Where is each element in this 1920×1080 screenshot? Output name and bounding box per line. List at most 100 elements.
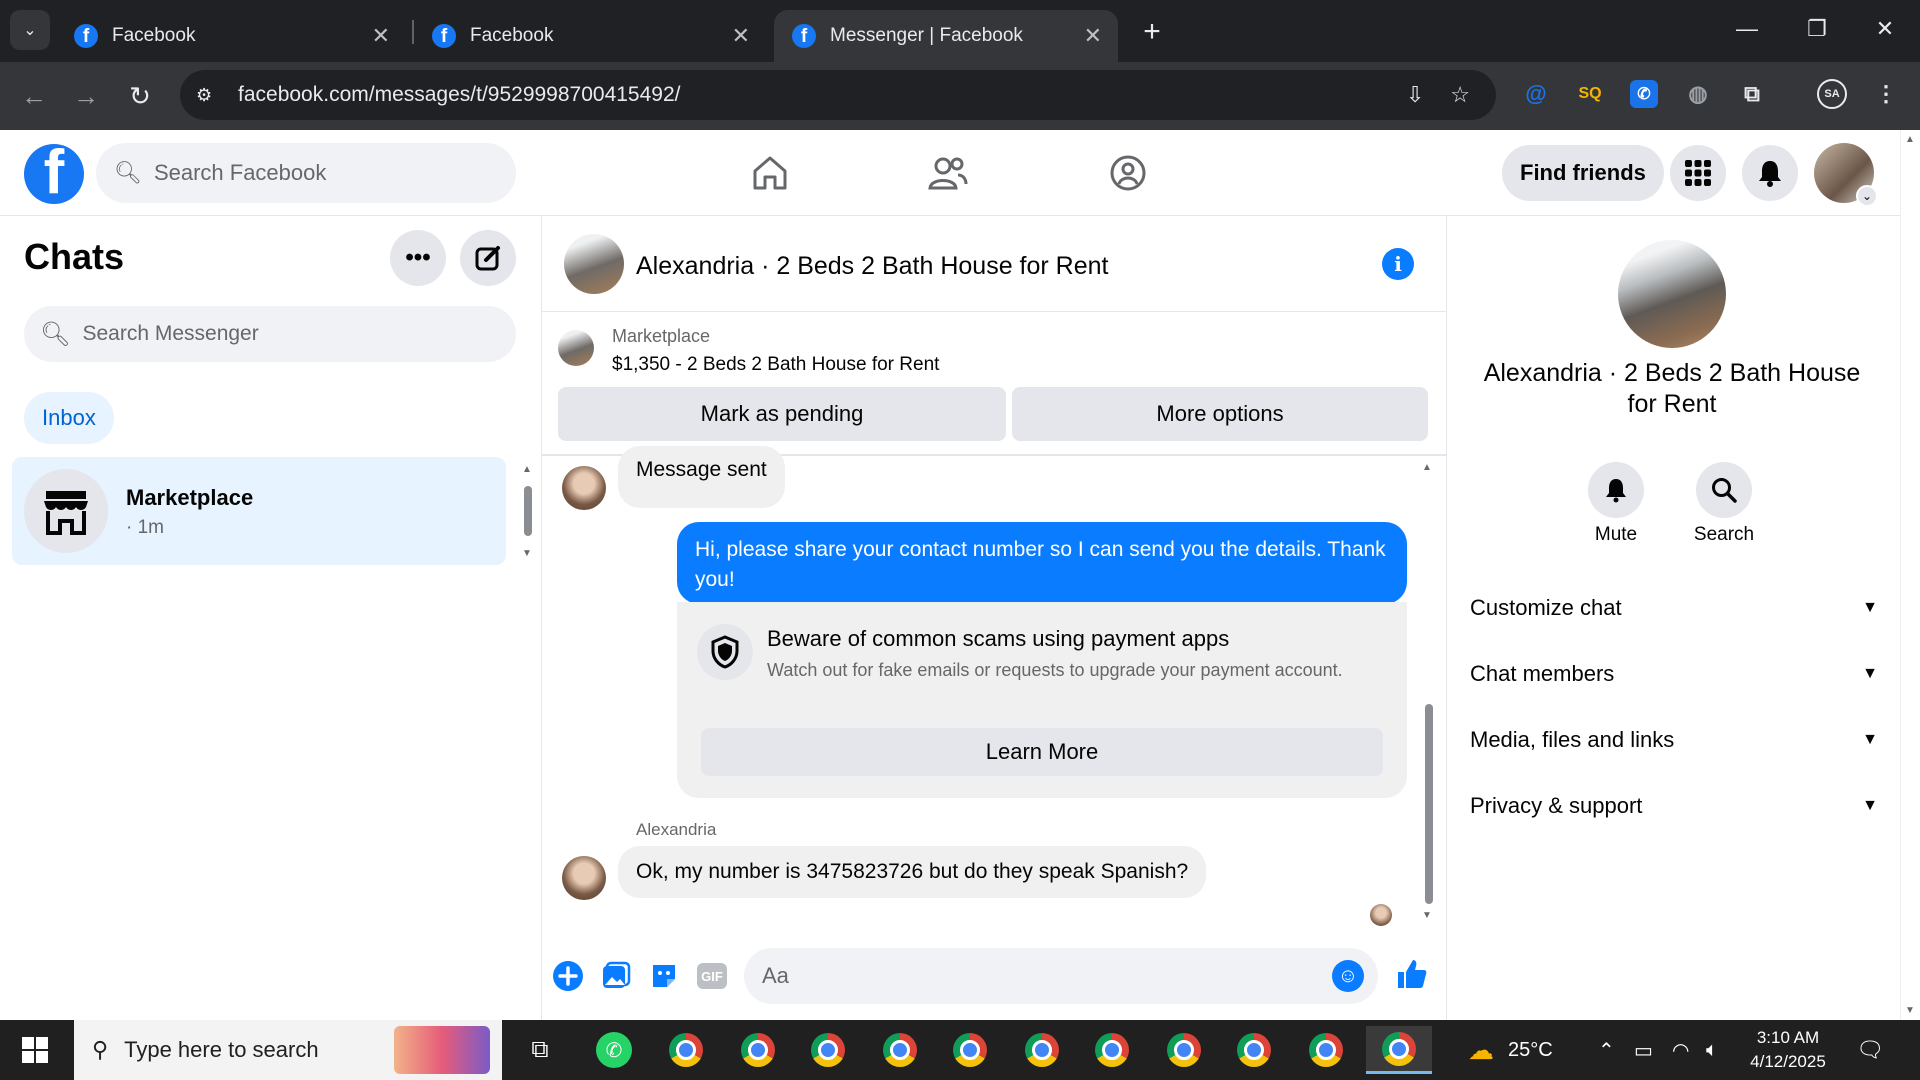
chats-options-button[interactable]: ••• xyxy=(390,230,446,286)
info-panel-avatar[interactable] xyxy=(1618,240,1726,348)
chat-members-section[interactable]: Chat members ▼ xyxy=(1468,646,1880,702)
media-files-links-section[interactable]: Media, files and links ▼ xyxy=(1468,712,1880,768)
back-arrow-icon[interactable]: ← xyxy=(12,74,56,118)
section-label: Chat members xyxy=(1470,661,1615,686)
task-view-icon[interactable]: ⧉ xyxy=(512,1026,568,1074)
gif-icon[interactable]: GIF xyxy=(692,956,732,996)
chrome-profile-app-icon[interactable] xyxy=(1084,1026,1140,1074)
mute-button[interactable] xyxy=(1588,462,1644,518)
message-input[interactable] xyxy=(762,963,1302,989)
home-nav-icon[interactable] xyxy=(740,148,800,198)
emoji-icon[interactable]: ☺ xyxy=(1332,960,1364,992)
more-options-button[interactable]: More options xyxy=(1012,387,1428,441)
minimize-window-icon[interactable]: — xyxy=(1712,0,1782,58)
customize-chat-section[interactable]: Customize chat ▼ xyxy=(1468,580,1880,636)
forward-arrow-icon[interactable]: → xyxy=(64,74,108,118)
close-tab-icon[interactable]: ✕ xyxy=(1084,23,1102,49)
chrome-profile-app-icon[interactable] xyxy=(800,1026,856,1074)
find-friends-button[interactable]: Find friends xyxy=(1502,145,1664,201)
chat-list-scrollbar[interactable]: ▲ ▼ xyxy=(522,464,534,560)
thumbs-up-like-icon[interactable] xyxy=(1392,954,1432,994)
conversation-scrollbar[interactable]: ▲ ▼ xyxy=(1422,462,1436,922)
listing-thumbnail[interactable] xyxy=(558,330,594,366)
new-tab-icon[interactable]: + xyxy=(1132,12,1172,52)
info-icon[interactable]: i xyxy=(1382,248,1414,280)
chrome-profile-app-icon[interactable] xyxy=(730,1026,786,1074)
conversation-title[interactable]: Alexandria · 2 Beds 2 Bath House for Ren… xyxy=(636,252,1109,281)
chrome-profile-app-icon[interactable] xyxy=(1014,1026,1070,1074)
message-bubble-outgoing[interactable]: Hi, please share your contact number so … xyxy=(677,522,1407,604)
globe-extension-icon[interactable]: ◍ xyxy=(1680,76,1716,112)
close-tab-icon[interactable]: ✕ xyxy=(372,23,390,49)
battery-icon[interactable]: ▭ xyxy=(1634,1020,1653,1080)
email-extension-icon[interactable]: @ xyxy=(1518,76,1554,112)
extensions-puzzle-icon[interactable]: ⧉ xyxy=(1734,76,1770,112)
sender-avatar[interactable] xyxy=(562,466,606,510)
seen-indicator-avatar xyxy=(1370,904,1392,926)
chrome-active-app-icon[interactable] xyxy=(1366,1026,1432,1074)
notifications-bell-icon[interactable] xyxy=(1742,145,1798,201)
page-scrollbar[interactable]: ▲ ▼ xyxy=(1900,130,1920,1020)
chrome-profile-app-icon[interactable] xyxy=(872,1026,928,1074)
chat-list-item[interactable]: Marketplace · 1m xyxy=(12,457,506,565)
restore-window-icon[interactable]: ❐ xyxy=(1782,0,1852,58)
address-bar[interactable]: ⚙ facebook.com/messages/t/95299987004154… xyxy=(180,70,1496,120)
attach-photo-icon[interactable] xyxy=(596,956,636,996)
weather-widget[interactable]: ☁ 25°C xyxy=(1468,1020,1553,1080)
sq-extension-icon[interactable]: SQ xyxy=(1572,76,1608,112)
url-text[interactable]: facebook.com/messages/t/9529998700415492… xyxy=(238,83,1406,107)
messenger-search-input[interactable] xyxy=(82,322,503,346)
chrome-profile-app-icon[interactable] xyxy=(942,1026,998,1074)
mark-as-pending-button[interactable]: Mark as pending xyxy=(558,387,1006,441)
menu-grid-icon[interactable] xyxy=(1670,145,1726,201)
message-bubble-incoming[interactable]: Message sent xyxy=(618,446,785,508)
browser-tab-3-active[interactable]: f Messenger | Facebook ✕ xyxy=(774,10,1118,62)
new-message-button[interactable] xyxy=(460,230,516,286)
chrome-profile-app-icon[interactable] xyxy=(1226,1026,1282,1074)
close-tab-icon[interactable]: ✕ xyxy=(732,23,750,49)
windows-start-icon[interactable] xyxy=(0,1020,70,1080)
tab-title: Facebook xyxy=(470,25,554,46)
more-actions-plus-icon[interactable] xyxy=(548,956,588,996)
message-bubble-incoming[interactable]: Ok, my number is 3475823726 but do they … xyxy=(618,846,1207,898)
chrome-profile-app-icon[interactable] xyxy=(1298,1026,1354,1074)
browser-tab-1[interactable]: f Facebook ✕ xyxy=(56,10,406,62)
close-window-icon[interactable]: ✕ xyxy=(1850,0,1920,58)
search-in-conversation-button[interactable] xyxy=(1696,462,1752,518)
reload-icon[interactable]: ↻ xyxy=(118,74,162,118)
facebook-search-box[interactable]: 🔍︎ xyxy=(96,143,516,203)
chrome-menu-icon[interactable]: ⋮ xyxy=(1868,76,1904,112)
whatsapp-app-icon[interactable]: ✆ xyxy=(586,1026,642,1074)
chrome-profile-app-icon[interactable] xyxy=(1156,1026,1212,1074)
bookmark-star-icon[interactable]: ☆ xyxy=(1450,82,1470,108)
tab-search-dropdown-icon[interactable]: ⌄ xyxy=(10,10,50,50)
taskbar-search-box[interactable]: ⚲ Type here to search xyxy=(74,1020,502,1080)
friends-nav-icon[interactable] xyxy=(918,148,978,198)
facebook-logo-icon[interactable]: f xyxy=(24,144,84,204)
show-hidden-icons-icon[interactable]: ⌃ xyxy=(1598,1020,1615,1080)
conversation-avatar[interactable] xyxy=(564,234,624,294)
chrome-app-icon[interactable] xyxy=(658,1026,714,1074)
wifi-icon[interactable]: ◠ xyxy=(1672,1020,1689,1080)
privacy-support-section[interactable]: Privacy & support ▼ xyxy=(1468,778,1880,834)
volume-icon[interactable]: 🔈︎ xyxy=(1706,1020,1718,1080)
facebook-search-input[interactable] xyxy=(153,160,494,186)
system-clock[interactable]: 3:10 AM 4/12/2025 xyxy=(1738,1026,1838,1074)
install-app-icon[interactable]: ⇩ xyxy=(1406,82,1424,108)
inbox-filter-tab[interactable]: Inbox xyxy=(24,392,114,444)
message-composer[interactable]: ☺ xyxy=(744,948,1378,1004)
groups-nav-icon[interactable] xyxy=(1098,148,1158,198)
messenger-search-box[interactable]: 🔍︎ xyxy=(24,306,516,362)
site-info-icon[interactable]: ⚙ xyxy=(196,85,226,106)
compose-icon xyxy=(475,246,500,271)
phone-extension-icon[interactable]: ✆ xyxy=(1626,76,1662,112)
sender-avatar[interactable] xyxy=(562,856,606,900)
sticker-icon[interactable] xyxy=(644,956,684,996)
profile-icon[interactable]: SA xyxy=(1814,76,1850,112)
listing-title[interactable]: $1,350 - 2 Beds 2 Bath House for Rent xyxy=(612,354,939,376)
chevron-down-icon: ⌄ xyxy=(1856,185,1878,207)
browser-tab-2[interactable]: f Facebook ✕ xyxy=(414,10,766,62)
account-avatar[interactable]: ⌄ xyxy=(1814,143,1878,207)
learn-more-button[interactable]: Learn More xyxy=(701,728,1383,776)
notification-center-icon[interactable]: 🗨︎ xyxy=(1850,1030,1890,1070)
